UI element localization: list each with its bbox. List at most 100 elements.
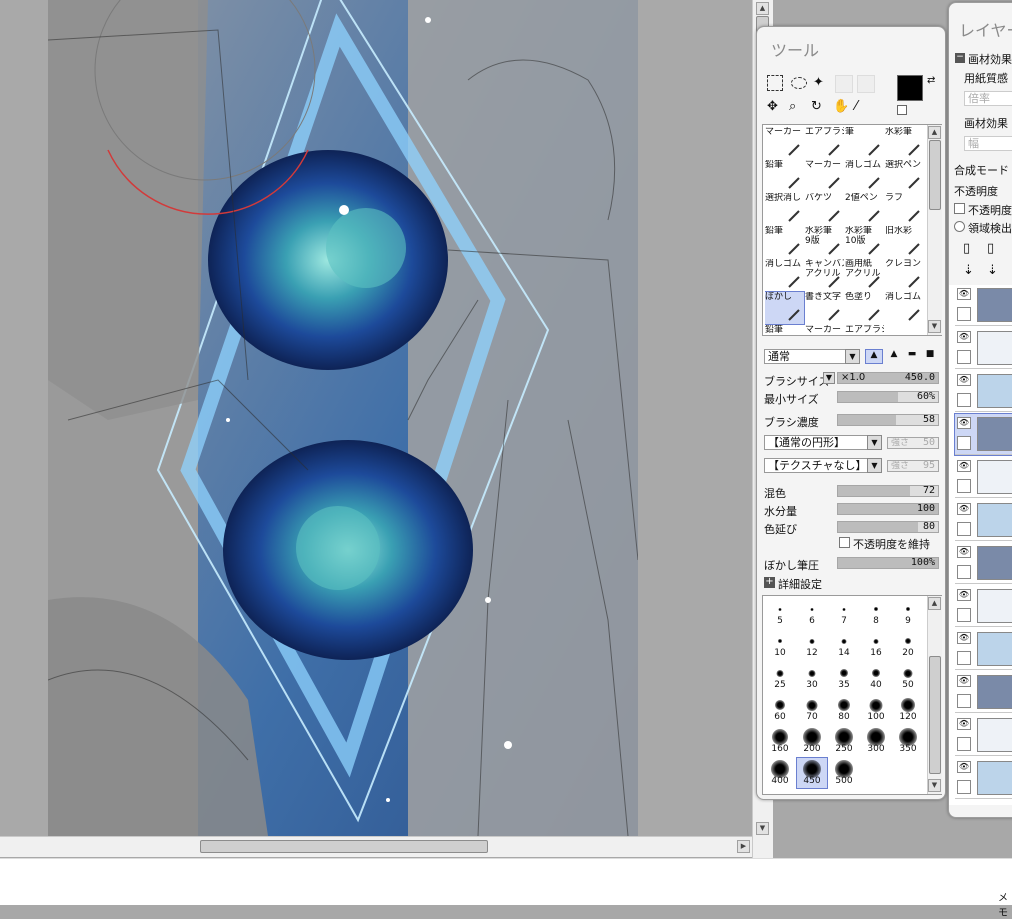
brush-size-preset[interactable]: 10 [765,630,795,660]
layer-row[interactable]: 👁 [955,672,1012,713]
tool-slot[interactable]: 2値ペン [845,193,884,225]
zoom-icon[interactable]: ⌕ [789,99,796,114]
layer-select-checkbox[interactable] [957,737,971,751]
tool-slot[interactable]: 選択消し [765,193,804,225]
scroll-down-icon[interactable]: ▼ [928,779,941,792]
brush-size-preset[interactable]: 20 [893,630,923,660]
visibility-eye-icon[interactable]: 👁 [957,632,971,644]
blur-pressure-slider[interactable]: 100% [837,557,939,569]
blend-mode-dropdown-icon[interactable]: ▼ [845,349,860,364]
texture-select[interactable]: 【テクスチャなし】 [764,458,876,473]
tool-slot[interactable]: マーカー [765,127,804,159]
tool-slot[interactable]: 鉛筆 [765,160,804,192]
reset-colors-icon[interactable] [897,105,907,115]
tool-slot[interactable]: ラフ [885,193,924,225]
visibility-eye-icon[interactable]: 👁 [957,718,971,730]
brush-size-preset[interactable]: 40 [861,662,891,692]
layer-row[interactable]: 👁 [955,629,1012,670]
tool-slot[interactable]: 画用紙 アクリル [845,259,884,291]
tool-slot[interactable]: ぼかし [765,291,805,325]
tool-slot[interactable]: 水彩筆 [885,127,924,159]
min-size-slider[interactable]: 60% [837,391,939,403]
layer-select-checkbox[interactable] [957,780,971,794]
brush-size-preset[interactable]: 50 [893,662,923,692]
stretch-slider[interactable]: 80 [837,521,939,533]
tool-slot[interactable]: 鉛筆 [765,226,804,258]
layer-select-checkbox[interactable] [957,350,971,364]
tool-slot[interactable]: エアブラシ [845,325,884,333]
layer-select-checkbox[interactable] [957,608,971,622]
scroll-right-icon[interactable]: ▶ [737,840,750,853]
brush-size-preset[interactable]: 35 [829,662,859,692]
visibility-eye-icon[interactable]: 👁 [957,331,971,343]
brush-size-preset[interactable]: 80 [829,694,859,724]
brush-size-preset[interactable]: 500 [829,758,859,788]
brush-shape-select[interactable]: 【通常の円形】 [764,435,876,450]
brush-size-preset[interactable]: 450 [796,757,828,789]
opacity-protect-checkbox[interactable] [954,203,965,214]
brush-size-slider[interactable]: ×1.0 450.0 [837,372,939,384]
tool-slot[interactable]: 選択ペン [885,160,924,192]
layer-row[interactable]: 👁 [955,371,1012,412]
canvas-horizontal-scroll-thumb[interactable] [200,840,488,853]
layer-select-checkbox[interactable] [957,393,971,407]
brush-shape-hard-icon[interactable]: ▲ [865,349,883,364]
brush-grid-scrollbar[interactable]: ▲ ▼ [927,596,942,794]
lasso-icon[interactable] [791,77,807,89]
layer-row[interactable]: 👁 [954,413,1012,456]
layer-row[interactable]: 👁 [955,715,1012,756]
brush-size-preset[interactable]: 300 [861,726,891,756]
canvas-horizontal-scrollbar[interactable]: ▶ [0,836,752,857]
scroll-down-icon[interactable]: ▼ [928,320,941,333]
layer-row[interactable]: 👁 [955,328,1012,369]
magic-wand-icon[interactable]: ✦ [813,75,829,91]
visibility-eye-icon[interactable]: 👁 [957,761,971,773]
layer-select-checkbox[interactable] [957,307,971,321]
detail-settings-label[interactable]: 詳細設定 [778,576,822,592]
brush-size-preset[interactable]: 100 [861,694,891,724]
tool-slot[interactable]: 消しゴム [885,292,924,324]
new-linework-layer-icon[interactable]: ▯ [987,241,994,256]
brush-size-preset[interactable]: 8 [861,598,891,628]
tool-slot[interactable]: 鉛筆 [765,325,804,333]
tool-slot[interactable]: エアブラシ [805,127,844,159]
tool-slot[interactable]: マーカー [805,160,844,192]
new-layer-icon[interactable]: ▯ [963,241,970,256]
visibility-eye-icon[interactable]: 👁 [957,374,971,386]
brush-size-preset[interactable]: 16 [861,630,891,660]
brush-size-preset[interactable]: 30 [797,662,827,692]
swap-colors-icon[interactable]: ⇄ [927,75,935,86]
tool-slot[interactable]: キャンバス アクリル [805,259,844,291]
tool-slot[interactable]: 色塗り [845,292,884,324]
layer-row[interactable]: 👁 [955,758,1012,799]
brush-size-preset[interactable]: 7 [829,598,859,628]
expand-plus-icon[interactable]: + [764,577,775,588]
tool-slot[interactable]: マーカー [805,325,844,333]
merge-down-icon[interactable]: ⇣ [987,263,998,278]
layer-select-checkbox[interactable] [957,565,971,579]
layer-row[interactable]: 👁 [955,543,1012,584]
brush-grid-scroll-thumb[interactable] [929,656,941,774]
visibility-eye-icon[interactable]: 👁 [957,460,971,472]
area-detect-radio[interactable] [954,221,965,232]
brush-size-preset[interactable]: 12 [797,630,827,660]
brush-density-slider[interactable]: 58 [837,414,939,426]
tool-slot[interactable]: 消しゴム [845,160,884,192]
transfer-down-icon[interactable]: ⇣ [963,263,974,278]
brush-size-preset[interactable]: 60 [765,694,795,724]
tool-slot[interactable]: 筆 [845,127,884,159]
primary-color-swatch[interactable] [897,75,923,101]
brush-size-preset[interactable]: 6 [797,598,827,628]
layer-row[interactable]: 👁 [955,285,1012,326]
brush-size-preset[interactable]: 200 [797,726,827,756]
keep-opacity-checkbox[interactable] [839,537,850,548]
visibility-eye-icon[interactable]: 👁 [957,546,971,558]
visibility-eye-icon[interactable]: 👁 [957,675,971,687]
tool-slot[interactable]: 消しゴム [765,259,804,291]
blend-mode-select[interactable]: 通常 [764,349,852,364]
texture-strength-slider[interactable]: 強さ 95 [887,460,939,472]
brush-size-preset[interactable]: 9 [893,598,923,628]
texture-dropdown-icon[interactable]: ▼ [867,458,882,473]
layer-row[interactable]: 👁 [955,457,1012,498]
rotate-icon[interactable]: ↻ [811,99,822,114]
